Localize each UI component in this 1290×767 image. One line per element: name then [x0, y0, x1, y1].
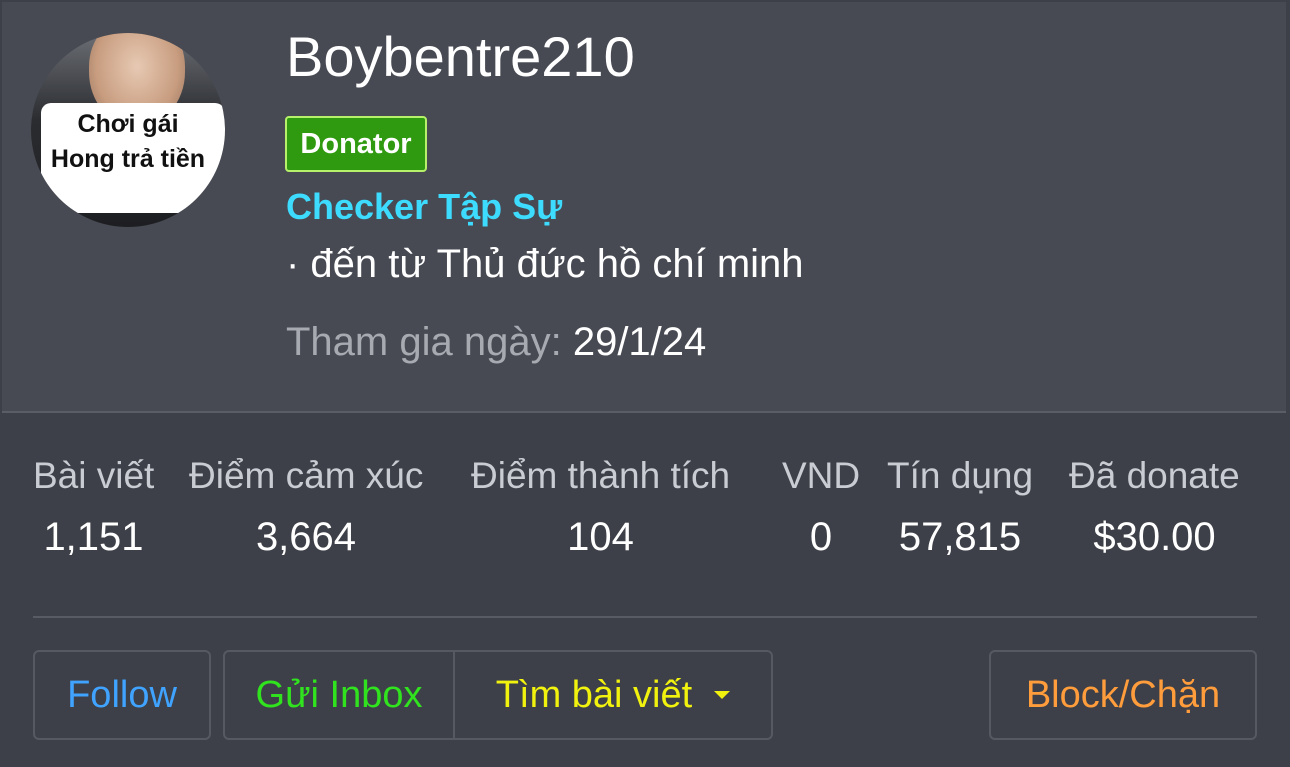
stat-label: Tín dụng — [887, 455, 1034, 496]
avatar[interactable]: Chơi gái Hong trả tiền — [31, 33, 225, 227]
caret-down-icon — [714, 691, 731, 699]
stat-label: Điểm thành tích — [471, 455, 731, 496]
join-date-label: Tham gia ngày: — [286, 320, 562, 364]
stat-donated: Đã donate $30.00 — [1069, 455, 1240, 560]
find-posts-button[interactable]: Tìm bài viết — [455, 652, 771, 738]
username[interactable]: Boybentre210 — [286, 24, 635, 89]
stat-value: 0 — [809, 515, 833, 559]
stat-achievements[interactable]: Điểm thành tích 104 — [471, 455, 730, 560]
find-posts-label: Tìm bài viết — [495, 673, 693, 716]
join-date: Tham gia ngày: 29/1/24 — [286, 320, 706, 365]
stat-credit: Tín dụng 57,815 — [887, 455, 1033, 560]
send-inbox-button[interactable]: Gửi Inbox — [225, 652, 455, 738]
stat-value: $30.00 — [1093, 515, 1216, 559]
stat-value: 57,815 — [898, 515, 1022, 559]
join-date-value: 29/1/24 — [572, 320, 707, 364]
stat-vnd: VND 0 — [782, 455, 860, 560]
donator-badge: Donator — [285, 116, 427, 172]
stat-label: Bài viết — [33, 455, 155, 496]
block-button[interactable]: Block/Chặn — [989, 650, 1257, 740]
stat-label: Đã donate — [1069, 455, 1240, 496]
profile-card: Chơi gái Hong trả tiền Boybentre210 Dona… — [0, 0, 1290, 767]
stat-value: 1,151 — [43, 515, 144, 559]
stat-value: 3,664 — [255, 515, 357, 559]
avatar-text-line1: Chơi gái — [77, 110, 179, 138]
follow-button[interactable]: Follow — [33, 650, 211, 740]
stat-label: VND — [782, 455, 861, 496]
divider — [33, 616, 1257, 618]
stat-value: 104 — [567, 515, 634, 559]
avatar-text-line2: Hong trả tiền — [50, 145, 206, 173]
user-rank: Checker Tập Sự — [286, 186, 563, 227]
stats-row: Bài viết 1,151 Điểm cảm xúc 3,664 Điểm t… — [33, 455, 1257, 615]
stat-reactions[interactable]: Điểm cảm xúc 3,664 — [189, 455, 423, 560]
stat-posts[interactable]: Bài viết 1,151 — [33, 455, 154, 560]
action-button-group: Gửi Inbox Tìm bài viết — [223, 650, 773, 740]
stat-label: Điểm cảm xúc — [189, 455, 424, 496]
user-location: · đến từ Thủ đức hồ chí minh — [286, 242, 804, 286]
